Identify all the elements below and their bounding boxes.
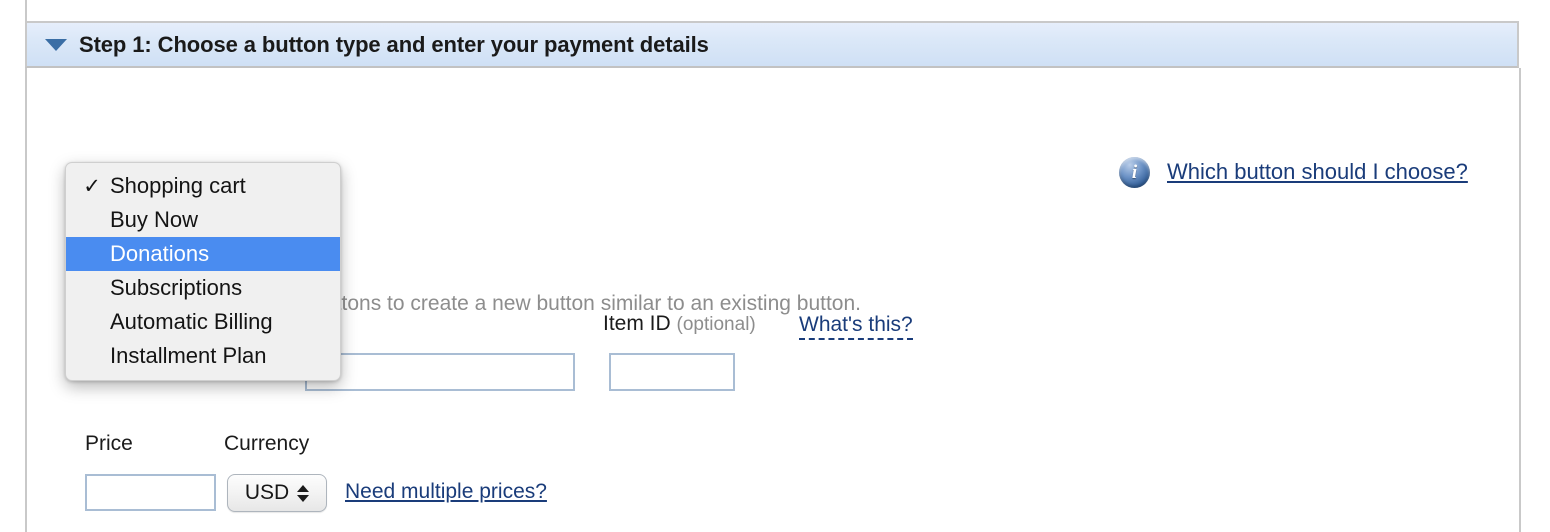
up-down-arrows-icon <box>297 484 310 502</box>
item-id-input[interactable] <box>609 353 735 391</box>
currency-selected-value: USD <box>244 481 290 504</box>
step-1-title: Step 1: Choose a button type and enter y… <box>79 31 709 57</box>
item-name-input[interactable] <box>305 353 575 391</box>
menu-item-label: Buy Now <box>110 207 199 232</box>
menu-item-label: Subscriptions <box>110 275 243 300</box>
menu-item-subscriptions[interactable]: Subscriptions <box>66 271 340 305</box>
menu-item-donations[interactable]: Donations <box>66 237 340 271</box>
menu-item-label: Installment Plan <box>110 343 267 368</box>
item-id-whats-this-link[interactable]: What's this? <box>799 313 913 340</box>
check-icon: ✓ <box>83 174 101 198</box>
menu-item-label: Shopping cart <box>110 173 246 198</box>
item-id-label-text: Item ID <box>603 312 671 335</box>
info-icon: i <box>1119 157 1150 188</box>
need-multiple-prices-link[interactable]: Need multiple prices? <box>345 480 547 504</box>
menu-item-label: Automatic Billing <box>110 309 273 334</box>
price-input[interactable] <box>85 474 216 511</box>
menu-item-buy-now[interactable]: Buy Now <box>66 203 340 237</box>
button-type-hint-text: Buttons to create a new button similar t… <box>310 292 861 315</box>
menu-item-installment-plan[interactable]: Installment Plan <box>66 339 340 373</box>
item-id-label: Item ID (optional) <box>603 312 756 336</box>
button-type-dropdown-menu[interactable]: ✓ Shopping cart Buy Now Donations Subscr… <box>65 162 341 381</box>
menu-item-automatic-billing[interactable]: Automatic Billing <box>66 305 340 339</box>
which-button-help-link[interactable]: Which button should I choose? <box>1167 159 1468 185</box>
currency-select[interactable]: USD <box>227 474 327 512</box>
step-1-header[interactable]: Step 1: Choose a button type and enter y… <box>25 21 1519 68</box>
menu-item-shopping-cart[interactable]: ✓ Shopping cart <box>66 169 340 203</box>
currency-label: Currency <box>224 432 310 455</box>
info-icon-glyph: i <box>1131 162 1138 183</box>
item-id-optional-note: (optional) <box>676 314 756 335</box>
price-label: Price <box>85 432 133 455</box>
triangle-down-icon[interactable] <box>45 38 67 51</box>
menu-item-label: Donations <box>110 241 210 266</box>
